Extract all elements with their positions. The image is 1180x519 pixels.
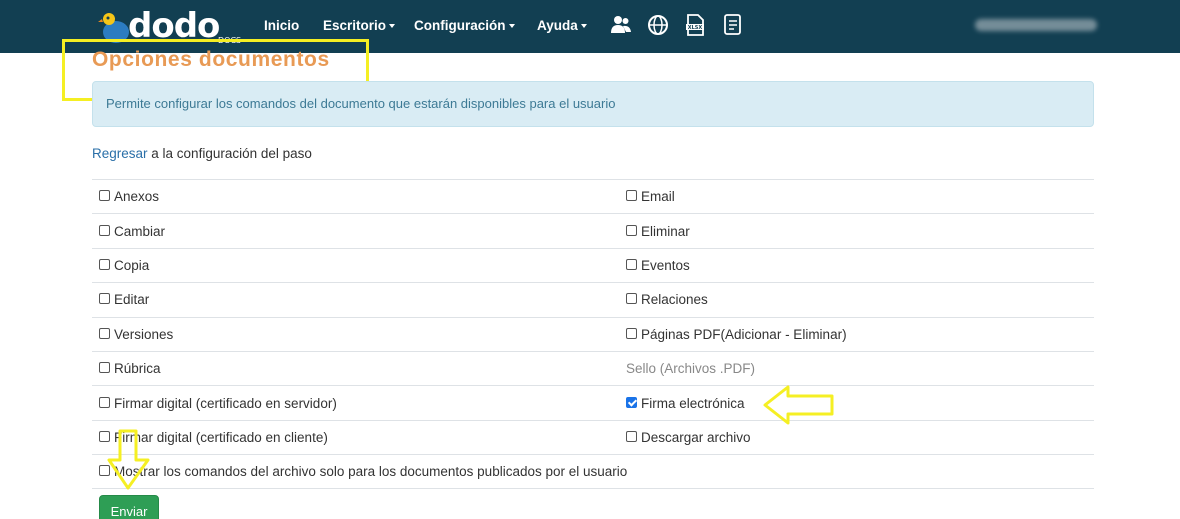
option-sello: Sello (Archivos .PDF): [626, 361, 755, 376]
option-editar[interactable]: Editar: [92, 292, 626, 307]
checkbox[interactable]: [626, 327, 637, 339]
option-rubrica[interactable]: Rúbrica: [92, 361, 626, 376]
option-label: Descargar archivo: [641, 429, 751, 445]
table-row: Firmar digital (certificado en servidor)…: [92, 385, 1094, 419]
checkbox[interactable]: [626, 293, 637, 305]
checkbox[interactable]: [99, 362, 110, 374]
back-line-text: a la configuración del paso: [147, 146, 312, 161]
option-label: Firmar digital (certificado en servidor): [114, 395, 337, 411]
nav-escritorio[interactable]: Escritorio: [323, 18, 396, 33]
options-table: Anexos Email Cambiar Eliminar Copia Even…: [92, 179, 1094, 489]
option-anexos[interactable]: Anexos: [92, 189, 626, 204]
option-firma-electronica[interactable]: Firma electrónica: [626, 396, 745, 411]
option-label: Anexos: [114, 189, 160, 205]
option-firmar-cliente[interactable]: Firmar digital (certificado en cliente): [92, 430, 626, 445]
table-row: Mostrar los comandos del archivo solo pa…: [92, 454, 1094, 489]
option-paginas-pdf[interactable]: Páginas PDF(Adicionar - Eliminar): [626, 327, 847, 342]
nav-inicio-label: Inicio: [264, 18, 300, 33]
option-firmar-servidor[interactable]: Firmar digital (certificado en servidor): [92, 396, 626, 411]
annotation-arrow-left-icon: [763, 385, 834, 425]
option-eventos[interactable]: Eventos: [626, 258, 690, 273]
xlsx-file-icon[interactable]: XLSX: [684, 13, 706, 37]
option-label: Cambiar: [114, 223, 166, 239]
caret-down-icon: [389, 24, 396, 29]
nav-configuracion[interactable]: Configuración: [414, 18, 515, 33]
option-label: Versiones: [114, 326, 174, 342]
option-label: Relaciones: [641, 292, 708, 308]
svg-text:XLSX: XLSX: [688, 25, 703, 31]
document-list-icon[interactable]: [721, 13, 743, 37]
caret-down-icon: [580, 24, 587, 29]
back-line: Regresar a la configuración del paso: [92, 146, 312, 161]
option-descargar[interactable]: Descargar archivo: [626, 430, 751, 445]
submit-button[interactable]: Enviar: [99, 495, 159, 519]
annotation-arrow-down-icon: [107, 429, 150, 490]
option-label: Eliminar: [641, 223, 690, 239]
table-row: Versiones Páginas PDF(Adicionar - Elimin…: [92, 316, 1094, 351]
option-label: Email: [641, 189, 675, 205]
checkbox[interactable]: [626, 224, 637, 236]
option-label: Firma electrónica: [641, 395, 745, 411]
users-icon[interactable]: [610, 13, 632, 37]
table-row: Rúbrica Sello (Archivos .PDF): [92, 350, 1094, 385]
option-mostrar-publicados[interactable]: Mostrar los comandos del archivo solo pa…: [92, 464, 627, 479]
checkbox[interactable]: [99, 293, 110, 305]
checkbox[interactable]: [99, 396, 110, 408]
user-menu-blurred[interactable]: [975, 19, 1097, 31]
option-email[interactable]: Email: [626, 189, 675, 204]
info-alert: Permite configurar los comandos del docu…: [92, 81, 1094, 127]
checkbox[interactable]: [626, 430, 637, 442]
nav-escritorio-label: Escritorio: [323, 18, 387, 33]
option-eliminar[interactable]: Eliminar: [626, 224, 690, 239]
table-row: Firmar digital (certificado en cliente) …: [92, 419, 1094, 454]
nav-ayuda-label: Ayuda: [537, 18, 578, 33]
option-label: Eventos: [641, 257, 690, 273]
nav-configuracion-label: Configuración: [414, 18, 506, 33]
checkbox[interactable]: [626, 258, 637, 270]
table-row: Cambiar Eliminar: [92, 213, 1094, 247]
option-label: Copia: [114, 257, 150, 273]
back-link[interactable]: Regresar: [92, 146, 148, 161]
option-label-disabled: Sello (Archivos .PDF): [626, 361, 756, 377]
option-cambiar[interactable]: Cambiar: [92, 224, 626, 239]
table-row: Editar Relaciones: [92, 282, 1094, 316]
option-relaciones[interactable]: Relaciones: [626, 292, 708, 307]
checkbox[interactable]: [99, 327, 110, 339]
nav-ayuda[interactable]: Ayuda: [537, 18, 587, 33]
caret-down-icon: [508, 24, 515, 29]
option-label: Páginas PDF(Adicionar - Eliminar): [641, 326, 847, 342]
globe-icon[interactable]: [647, 13, 669, 37]
option-versiones[interactable]: Versiones: [92, 327, 626, 342]
checkbox[interactable]: [626, 190, 637, 202]
option-copia[interactable]: Copia: [92, 258, 626, 273]
option-label: Editar: [114, 292, 150, 308]
checkbox[interactable]: [99, 224, 110, 236]
table-row: Copia Eventos: [92, 247, 1094, 282]
option-label: Rúbrica: [114, 361, 161, 377]
checkbox-checked[interactable]: [626, 396, 637, 408]
checkbox[interactable]: [99, 190, 110, 202]
option-label: Mostrar los comandos del archivo solo pa…: [114, 463, 628, 479]
table-row: Anexos Email: [92, 179, 1094, 213]
checkbox[interactable]: [99, 258, 110, 270]
nav-inicio[interactable]: Inicio: [264, 18, 299, 33]
